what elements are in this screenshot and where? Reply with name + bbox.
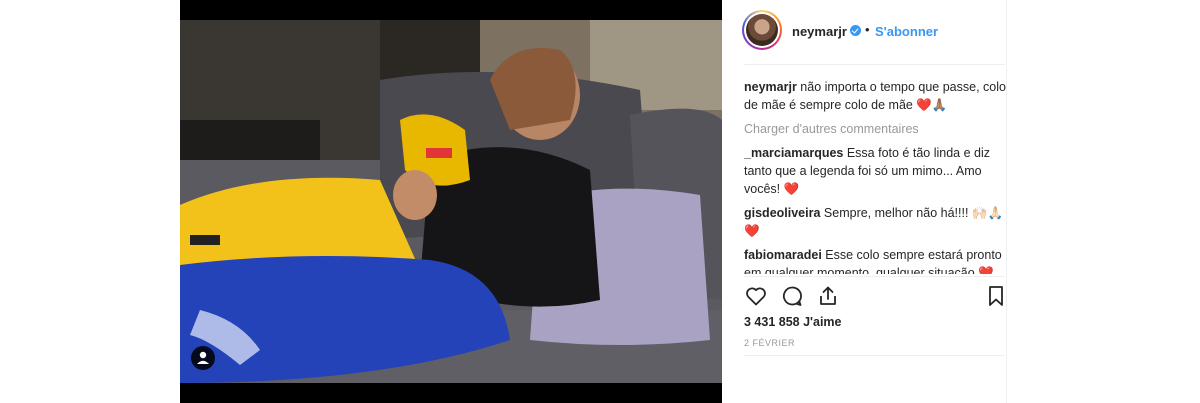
comment-emoji: ❤️ (783, 182, 800, 196)
action-bar (744, 284, 1006, 310)
avatar[interactable] (742, 10, 782, 50)
follow-button[interactable]: S'abonner (875, 24, 938, 39)
avatar-image (746, 14, 778, 46)
divider (744, 64, 1005, 65)
bookmark-icon[interactable] (984, 284, 1008, 308)
avatar-inner (744, 12, 780, 48)
photo-bottom-bar (180, 383, 722, 403)
comment: fabiomaradei Esse colo sempre estará pro… (744, 246, 1006, 274)
post-photo[interactable] (180, 0, 722, 403)
post-date[interactable]: 2 FÉVRIER (744, 338, 795, 348)
load-more-comments-link[interactable]: Charger d'autres commentaires (744, 120, 1006, 138)
username[interactable]: neymarjr (792, 24, 847, 39)
comment-text: Sempre, melhor não há!!!! (820, 206, 972, 220)
user-tag-icon[interactable] (190, 345, 216, 371)
divider (744, 276, 1005, 277)
caption-username[interactable]: neymarjr (744, 80, 797, 94)
comment-username[interactable]: _marciamarques (744, 146, 843, 160)
caption-emoji: ❤️🙏🏽 (916, 98, 948, 112)
divider (744, 355, 1005, 356)
share-upload-icon[interactable] (816, 284, 840, 308)
comment-username[interactable]: gisdeoliveira (744, 206, 820, 220)
comment: _marciamarques Essa foto é tão linda e d… (744, 144, 1006, 198)
caption: neymarjr não importa o tempo que passe, … (744, 78, 1006, 114)
comment-emoji: ❤️ (978, 266, 994, 274)
photo-scene (180, 20, 722, 383)
comment-username[interactable]: fabiomaradei (744, 248, 822, 262)
post-sidebar: neymarjr • S'abonner neymarjr não import… (722, 0, 1006, 403)
likes-count[interactable]: 3 431 858 J'aime (744, 315, 842, 329)
verified-badge-icon (850, 25, 861, 36)
comment-bubble-icon[interactable] (780, 284, 804, 308)
heart-outline-icon[interactable] (744, 284, 768, 308)
comment: gisdeoliveira Sempre, melhor não há!!!! … (744, 204, 1006, 240)
separator-dot: • (865, 22, 870, 37)
comments-list[interactable]: neymarjr não importa o tempo que passe, … (744, 78, 1006, 274)
